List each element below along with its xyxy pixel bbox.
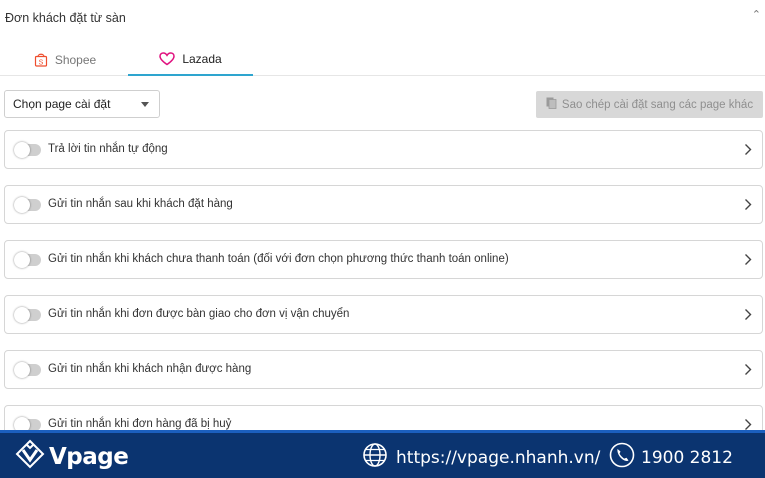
page-select[interactable]: Chọn page cài đặt bbox=[4, 90, 160, 118]
page-select-value: Chọn page cài đặt bbox=[13, 97, 111, 111]
toggle-switch[interactable] bbox=[14, 307, 41, 323]
panel-header: Đơn khách đặt từ sàn ⌃ bbox=[0, 0, 765, 36]
setting-row-unpaid[interactable]: Gửi tin nhắn khi khách chưa thanh toán (… bbox=[4, 240, 763, 279]
vpage-logo-icon bbox=[15, 439, 45, 474]
phone-info: 1900 2812 bbox=[609, 442, 733, 473]
setting-label: Gửi tin nhắn sau khi khách đặt hàng bbox=[48, 198, 233, 210]
toggle-switch[interactable] bbox=[14, 252, 41, 268]
phone-icon bbox=[609, 442, 635, 473]
chevron-right-icon[interactable] bbox=[744, 253, 752, 271]
toggle-switch[interactable] bbox=[14, 197, 41, 213]
setting-row-handover[interactable]: Gửi tin nhắn khi đơn được bàn giao cho đ… bbox=[4, 295, 763, 334]
toggle-knob bbox=[14, 307, 30, 323]
shopee-bag-icon: S bbox=[34, 52, 48, 67]
globe-icon bbox=[362, 442, 388, 473]
tab-shopee[interactable]: S Shopee bbox=[10, 44, 120, 75]
brand-name: Vpage bbox=[49, 443, 129, 470]
setting-row-received[interactable]: Gửi tin nhắn khi khách nhận được hàng bbox=[4, 350, 763, 389]
chevron-right-icon[interactable] bbox=[744, 308, 752, 326]
toggle-knob bbox=[14, 252, 30, 268]
setting-row-after-order[interactable]: Gửi tin nhắn sau khi khách đặt hàng bbox=[4, 185, 763, 224]
chevron-right-icon[interactable] bbox=[744, 363, 752, 381]
setting-label: Gửi tin nhắn khi đơn được bàn giao cho đ… bbox=[48, 308, 350, 320]
svg-text:S: S bbox=[38, 59, 43, 66]
copy-settings-label: Sao chép cài đặt sang các page khác bbox=[561, 98, 754, 111]
tab-shopee-label: Shopee bbox=[54, 52, 97, 67]
brand: Vpage bbox=[15, 439, 129, 474]
marketplace-tabs: S Shopee Lazada bbox=[0, 44, 765, 76]
caret-down-icon bbox=[141, 102, 149, 107]
website-info: https://vpage.nhanh.vn/ bbox=[362, 442, 600, 473]
chevron-up-icon[interactable]: ⌃ bbox=[752, 8, 761, 21]
setting-label: Gửi tin nhắn khi khách nhận được hàng bbox=[48, 363, 252, 375]
copy-document-icon bbox=[546, 97, 557, 112]
toggle-knob bbox=[14, 362, 30, 378]
phone-number[interactable]: 1900 2812 bbox=[641, 448, 733, 468]
panel-title: Đơn khách đặt từ sàn bbox=[5, 11, 126, 25]
toggle-switch[interactable] bbox=[14, 362, 41, 378]
setting-label: Trả lời tin nhắn tự động bbox=[48, 143, 168, 155]
tab-lazada-label: Lazada bbox=[182, 52, 222, 66]
footer-stripe bbox=[0, 430, 765, 433]
chevron-right-icon[interactable] bbox=[744, 143, 752, 161]
copy-settings-button[interactable]: Sao chép cài đặt sang các page khác bbox=[536, 91, 763, 118]
lazada-heart-icon bbox=[159, 52, 176, 66]
setting-label: Gửi tin nhắn khi đơn hàng đã bị huỷ bbox=[48, 418, 232, 430]
toggle-knob bbox=[14, 142, 30, 158]
toggle-switch[interactable] bbox=[14, 142, 41, 158]
chevron-right-icon[interactable] bbox=[744, 198, 752, 216]
website-link[interactable]: https://vpage.nhanh.vn/ bbox=[396, 448, 600, 468]
setting-row-auto-reply[interactable]: Trả lời tin nhắn tự động bbox=[4, 130, 763, 169]
toggle-knob bbox=[14, 197, 30, 213]
setting-label: Gửi tin nhắn khi khách chưa thanh toán (… bbox=[48, 253, 509, 265]
auto-message-settings: Trả lời tin nhắn tự động Gửi tin nhắn sa… bbox=[4, 130, 763, 460]
tab-lazada[interactable]: Lazada bbox=[128, 44, 253, 76]
promo-footer-banner: Vpage https://vpage.nhanh.vn/ 1900 2812 bbox=[0, 430, 765, 478]
